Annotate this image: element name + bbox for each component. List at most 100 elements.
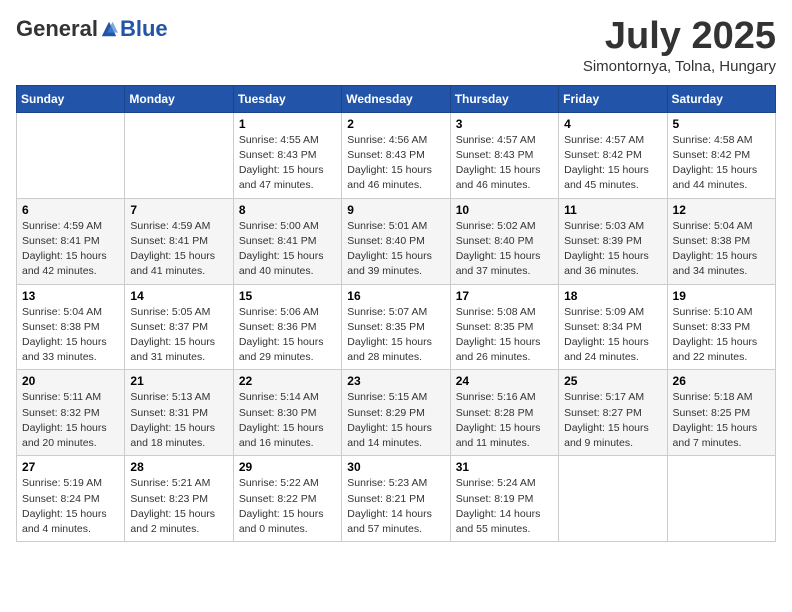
day-number: 28 — [130, 460, 227, 474]
calendar-cell — [559, 456, 667, 542]
day-info: Sunrise: 5:24 AM Sunset: 8:19 PM Dayligh… — [456, 476, 553, 537]
day-info: Sunrise: 5:07 AM Sunset: 8:35 PM Dayligh… — [347, 305, 444, 366]
day-info: Sunrise: 5:05 AM Sunset: 8:37 PM Dayligh… — [130, 305, 227, 366]
calendar-cell: 24 Sunrise: 5:16 AM Sunset: 8:28 PM Dayli… — [450, 370, 558, 456]
day-number: 8 — [239, 203, 336, 217]
calendar-cell: 6 Sunrise: 4:59 AM Sunset: 8:41 PM Daylig… — [17, 198, 125, 284]
day-info: Sunrise: 5:16 AM Sunset: 8:28 PM Dayligh… — [456, 390, 553, 451]
calendar-cell: 7 Sunrise: 4:59 AM Sunset: 8:41 PM Daylig… — [125, 198, 233, 284]
day-number: 19 — [673, 289, 770, 303]
day-info: Sunrise: 5:04 AM Sunset: 8:38 PM Dayligh… — [22, 305, 119, 366]
day-info: Sunrise: 5:04 AM Sunset: 8:38 PM Dayligh… — [673, 219, 770, 280]
day-number: 17 — [456, 289, 553, 303]
day-number: 3 — [456, 117, 553, 131]
calendar-cell: 28 Sunrise: 5:21 AM Sunset: 8:23 PM Dayli… — [125, 456, 233, 542]
day-info: Sunrise: 5:11 AM Sunset: 8:32 PM Dayligh… — [22, 390, 119, 451]
calendar-cell: 26 Sunrise: 5:18 AM Sunset: 8:25 PM Dayli… — [667, 370, 775, 456]
day-info: Sunrise: 4:58 AM Sunset: 8:42 PM Dayligh… — [673, 133, 770, 194]
calendar-cell — [17, 112, 125, 198]
day-number: 20 — [22, 374, 119, 388]
day-info: Sunrise: 5:15 AM Sunset: 8:29 PM Dayligh… — [347, 390, 444, 451]
calendar-cell: 12Sunrise: 5:04 AM Sunset: 8:38 PM Dayli… — [667, 198, 775, 284]
calendar-cell: 17 Sunrise: 5:08 AM Sunset: 8:35 PM Dayli… — [450, 284, 558, 370]
day-number: 15 — [239, 289, 336, 303]
calendar-cell: 22 Sunrise: 5:14 AM Sunset: 8:30 PM Dayli… — [233, 370, 341, 456]
calendar-cell: 15 Sunrise: 5:06 AM Sunset: 8:36 PM Dayli… — [233, 284, 341, 370]
calendar-week-row: 20 Sunrise: 5:11 AM Sunset: 8:32 PM Dayli… — [17, 370, 776, 456]
calendar-cell: 23Sunrise: 5:15 AM Sunset: 8:29 PM Dayli… — [342, 370, 450, 456]
logo-general-text: General — [16, 16, 98, 42]
calendar-cell: 4 Sunrise: 4:57 AM Sunset: 8:42 PM Daylig… — [559, 112, 667, 198]
day-number: 25 — [564, 374, 661, 388]
logo-icon — [100, 20, 118, 38]
calendar-cell: 13 Sunrise: 5:04 AM Sunset: 8:38 PM Dayli… — [17, 284, 125, 370]
calendar-cell: 29Sunrise: 5:22 AM Sunset: 8:22 PM Dayli… — [233, 456, 341, 542]
column-header-saturday: Saturday — [667, 85, 775, 112]
day-info: Sunrise: 5:23 AM Sunset: 8:21 PM Dayligh… — [347, 476, 444, 537]
day-info: Sunrise: 4:59 AM Sunset: 8:41 PM Dayligh… — [130, 219, 227, 280]
day-number: 30 — [347, 460, 444, 474]
column-header-monday: Monday — [125, 85, 233, 112]
month-title: July 2025 — [583, 16, 776, 58]
calendar-cell: 14 Sunrise: 5:05 AM Sunset: 8:37 PM Dayli… — [125, 284, 233, 370]
day-number: 6 — [22, 203, 119, 217]
calendar-cell: 25Sunrise: 5:17 AM Sunset: 8:27 PM Dayli… — [559, 370, 667, 456]
day-number: 7 — [130, 203, 227, 217]
day-info: Sunrise: 5:08 AM Sunset: 8:35 PM Dayligh… — [456, 305, 553, 366]
day-info: Sunrise: 5:18 AM Sunset: 8:25 PM Dayligh… — [673, 390, 770, 451]
day-number: 2 — [347, 117, 444, 131]
calendar-cell: 5Sunrise: 4:58 AM Sunset: 8:42 PM Daylig… — [667, 112, 775, 198]
day-number: 24 — [456, 374, 553, 388]
calendar-cell: 30 Sunrise: 5:23 AM Sunset: 8:21 PM Dayli… — [342, 456, 450, 542]
day-number: 9 — [347, 203, 444, 217]
day-info: Sunrise: 5:10 AM Sunset: 8:33 PM Dayligh… — [673, 305, 770, 366]
column-header-thursday: Thursday — [450, 85, 558, 112]
column-header-sunday: Sunday — [17, 85, 125, 112]
day-info: Sunrise: 4:57 AM Sunset: 8:42 PM Dayligh… — [564, 133, 661, 194]
calendar-cell: 1Sunrise: 4:55 AM Sunset: 8:43 PM Daylig… — [233, 112, 341, 198]
column-header-tuesday: Tuesday — [233, 85, 341, 112]
calendar-cell — [667, 456, 775, 542]
day-number: 1 — [239, 117, 336, 131]
day-info: Sunrise: 5:21 AM Sunset: 8:23 PM Dayligh… — [130, 476, 227, 537]
day-number: 13 — [22, 289, 119, 303]
calendar-cell: 11 Sunrise: 5:03 AM Sunset: 8:39 PM Dayli… — [559, 198, 667, 284]
calendar-cell: 31 Sunrise: 5:24 AM Sunset: 8:19 PM Dayli… — [450, 456, 558, 542]
calendar-cell: 18 Sunrise: 5:09 AM Sunset: 8:34 PM Dayli… — [559, 284, 667, 370]
day-info: Sunrise: 5:13 AM Sunset: 8:31 PM Dayligh… — [130, 390, 227, 451]
day-info: Sunrise: 5:01 AM Sunset: 8:40 PM Dayligh… — [347, 219, 444, 280]
day-number: 18 — [564, 289, 661, 303]
day-number: 16 — [347, 289, 444, 303]
column-header-wednesday: Wednesday — [342, 85, 450, 112]
day-info: Sunrise: 5:09 AM Sunset: 8:34 PM Dayligh… — [564, 305, 661, 366]
page-header: General Blue July 2025 Simontornya, Toln… — [16, 16, 776, 75]
day-info: Sunrise: 5:02 AM Sunset: 8:40 PM Dayligh… — [456, 219, 553, 280]
day-info: Sunrise: 4:59 AM Sunset: 8:41 PM Dayligh… — [22, 219, 119, 280]
day-info: Sunrise: 5:00 AM Sunset: 8:41 PM Dayligh… — [239, 219, 336, 280]
day-info: Sunrise: 5:03 AM Sunset: 8:39 PM Dayligh… — [564, 219, 661, 280]
calendar-cell — [125, 112, 233, 198]
day-number: 10 — [456, 203, 553, 217]
logo: General Blue — [16, 16, 168, 42]
calendar-week-row: 6 Sunrise: 4:59 AM Sunset: 8:41 PM Daylig… — [17, 198, 776, 284]
day-info: Sunrise: 5:19 AM Sunset: 8:24 PM Dayligh… — [22, 476, 119, 537]
calendar-cell: 19 Sunrise: 5:10 AM Sunset: 8:33 PM Dayli… — [667, 284, 775, 370]
calendar-header-row: SundayMondayTuesdayWednesdayThursdayFrid… — [17, 85, 776, 112]
day-info: Sunrise: 5:14 AM Sunset: 8:30 PM Dayligh… — [239, 390, 336, 451]
calendar-week-row: 13 Sunrise: 5:04 AM Sunset: 8:38 PM Dayli… — [17, 284, 776, 370]
calendar-cell: 20 Sunrise: 5:11 AM Sunset: 8:32 PM Dayli… — [17, 370, 125, 456]
day-number: 11 — [564, 203, 661, 217]
day-number: 29 — [239, 460, 336, 474]
day-number: 31 — [456, 460, 553, 474]
day-number: 14 — [130, 289, 227, 303]
day-info: Sunrise: 5:06 AM Sunset: 8:36 PM Dayligh… — [239, 305, 336, 366]
title-block: July 2025 Simontornya, Tolna, Hungary — [583, 16, 776, 75]
calendar-cell: 27Sunrise: 5:19 AM Sunset: 8:24 PM Dayli… — [17, 456, 125, 542]
calendar-week-row: 1Sunrise: 4:55 AM Sunset: 8:43 PM Daylig… — [17, 112, 776, 198]
day-number: 21 — [130, 374, 227, 388]
column-header-friday: Friday — [559, 85, 667, 112]
day-number: 22 — [239, 374, 336, 388]
day-number: 4 — [564, 117, 661, 131]
location-text: Simontornya, Tolna, Hungary — [583, 58, 776, 75]
day-number: 26 — [673, 374, 770, 388]
